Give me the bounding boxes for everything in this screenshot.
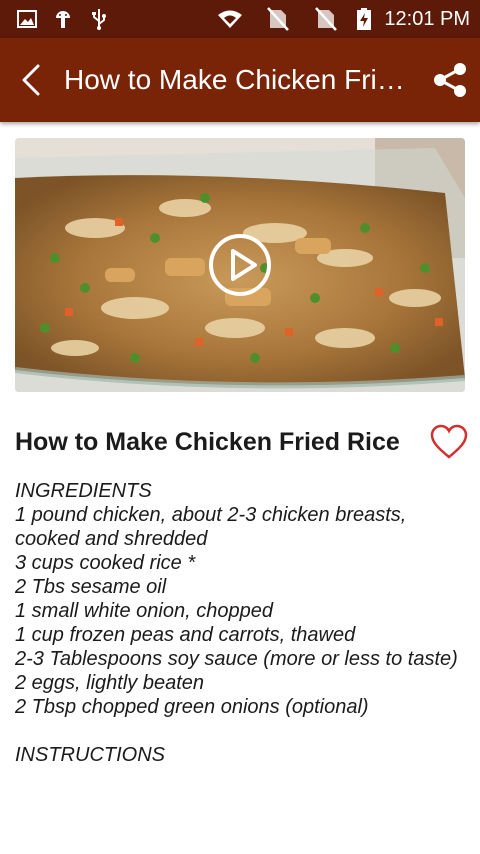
share-button[interactable] xyxy=(430,60,470,100)
recipe-line: INGREDIENTS xyxy=(15,480,152,502)
app-bar-title: How to Make Chicken Fried Rice xyxy=(64,64,416,95)
recipe-line: 1 small white onion, chopped xyxy=(15,600,273,622)
recipe-line: INSTRUCTIONS xyxy=(15,744,165,766)
favorite-button[interactable] xyxy=(430,424,468,460)
no-sim-icon xyxy=(264,7,292,31)
app-bar: How to Make Chicken Fried Rice xyxy=(0,38,480,122)
share-icon xyxy=(430,63,470,104)
no-sim-icon xyxy=(312,7,340,31)
recipe-line: 1 pound chicken, about 2-3 chicken breas… xyxy=(15,504,407,550)
recipe-line: 2 eggs, lightly beaten xyxy=(15,672,205,694)
recipe-line: 1 cup frozen peas and carrots, thawed xyxy=(15,624,356,646)
android-icon xyxy=(52,8,74,30)
status-bar: 12:01 PM xyxy=(0,0,480,38)
image-icon xyxy=(16,8,38,30)
recipe-line xyxy=(15,719,470,743)
play-icon xyxy=(208,234,272,301)
recipe-line: 2-3 Tablespoons soy sauce (more or less … xyxy=(15,648,458,670)
recipe-body: INGREDIENTS 1 pound chicken, about 2-3 c… xyxy=(15,479,470,777)
recipe-line: 3 cups cooked rice * xyxy=(15,552,196,574)
recipe-title: How to Make Chicken Fried Rice xyxy=(15,428,400,456)
status-time: 12:01 PM xyxy=(384,8,470,30)
arrow-back-icon xyxy=(14,64,50,102)
recipe-line: 2 Tbs sesame oil xyxy=(15,576,167,598)
wifi-icon xyxy=(216,8,244,30)
back-button[interactable] xyxy=(14,62,50,98)
battery-charging-icon xyxy=(354,8,374,30)
recipe-line: 2 Tbsp chopped green onions (optional) xyxy=(15,696,369,718)
play-button[interactable] xyxy=(208,233,272,297)
video-thumbnail[interactable] xyxy=(15,138,465,392)
usb-icon xyxy=(88,8,110,30)
heart-outline-icon xyxy=(430,424,468,464)
